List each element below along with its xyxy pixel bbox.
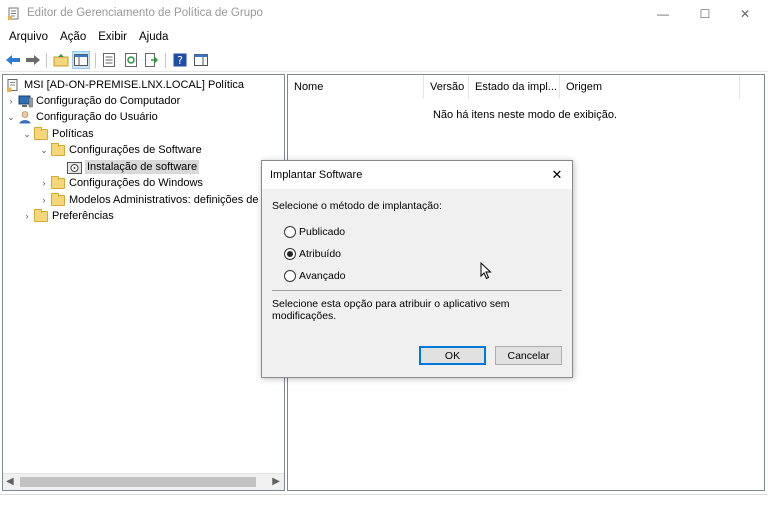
properties-icon[interactable] <box>100 51 118 69</box>
tree-item-computer-config[interactable]: › Configuração do Computador <box>5 93 180 109</box>
chevron-right-icon[interactable]: › <box>21 208 33 224</box>
scroll-right-arrow-icon[interactable]: ▶ <box>272 476 280 487</box>
tree-label-admin-templates: Modelos Administrativos: definições de <box>69 194 259 206</box>
dialog-title-bar: Implantar Software ✕ <box>262 161 572 189</box>
chevron-down-icon[interactable]: ⌄ <box>38 142 50 158</box>
menu-bar: Arquivo Ação Exibir Ajuda <box>0 28 768 47</box>
tree-label-user-config: Configuração do Usuário <box>36 111 158 123</box>
column-header-nome[interactable]: Nome <box>288 75 424 99</box>
computer-icon <box>17 94 33 108</box>
column-header-origem[interactable]: Origem <box>560 75 740 99</box>
tree-label-software-config: Configurações de Software <box>69 144 202 156</box>
menu-arquivo[interactable]: Arquivo <box>3 28 54 47</box>
chevron-right-icon[interactable]: › <box>5 93 17 109</box>
folder-icon <box>50 192 66 207</box>
tree-item-user-config[interactable]: ⌄ Configuração do Usuário <box>5 109 158 125</box>
ok-button[interactable]: OK <box>419 346 486 365</box>
dialog-title: Implantar Software <box>270 169 363 181</box>
menu-ajuda[interactable]: Ajuda <box>133 28 174 47</box>
scroll-left-arrow-icon[interactable]: ◀ <box>6 476 14 487</box>
forward-arrow-icon[interactable] <box>24 51 42 69</box>
tree-label-software-install: Instalação de software <box>85 160 200 174</box>
radio-label-avancado: Avançado <box>299 270 346 282</box>
tree-item-admin-templates[interactable]: › Modelos Administrativos: definições de <box>38 192 259 208</box>
tree-item-policies[interactable]: ⌄ Políticas <box>21 126 94 142</box>
policy-document-icon <box>5 78 21 92</box>
minimize-button[interactable]: — <box>640 0 686 28</box>
refresh-icon[interactable] <box>122 51 140 69</box>
svg-text:?: ? <box>177 54 183 67</box>
tree-label-windows-config: Configurações do Windows <box>69 177 203 189</box>
chevron-right-icon[interactable]: › <box>38 192 50 208</box>
radio-label-atribuido: Atribuído <box>299 248 342 260</box>
dialog-close-icon[interactable]: ✕ <box>548 166 566 184</box>
export-list-icon[interactable] <box>142 51 160 69</box>
radio-atribuido[interactable]: Atribuído <box>284 246 341 262</box>
tree-item-software-config[interactable]: ⌄ Configurações de Software <box>38 142 202 158</box>
chevron-down-icon[interactable]: ⌄ <box>5 109 17 125</box>
close-button[interactable]: ✕ <box>722 0 768 28</box>
chevron-right-icon[interactable]: › <box>38 175 50 191</box>
radio-button[interactable] <box>284 226 296 238</box>
mouse-cursor-icon <box>480 262 492 280</box>
dialog-separator <box>272 290 562 291</box>
tree-label-policies: Políticas <box>52 128 94 140</box>
status-bar <box>0 494 768 514</box>
folder-icon <box>50 142 66 157</box>
empty-list-message: Não há itens neste modo de exibição. <box>432 109 618 121</box>
scrollbar-thumb[interactable] <box>20 477 256 487</box>
policy-editor-app-icon <box>8 7 19 20</box>
tree-label-computer-config: Configuração do Computador <box>36 95 181 107</box>
cancel-button[interactable]: Cancelar <box>495 346 562 365</box>
tree-label-root: MSI [AD-ON-PREMISE.LNX.LOCAL] Política <box>24 79 245 91</box>
column-header-estado[interactable]: Estado da impl... <box>469 75 560 99</box>
column-header-versao[interactable]: Versão <box>424 75 469 99</box>
show-hide-tree-icon[interactable] <box>72 51 90 69</box>
show-action-pane-icon[interactable] <box>192 51 210 69</box>
tree-item-root[interactable]: MSI [AD-ON-PREMISE.LNX.LOCAL] Política <box>5 77 244 93</box>
deploy-method-prompt: Selecione o método de implantação: <box>272 200 442 212</box>
title-bar: Editor de Gerenciamento de Política de G… <box>0 0 768 28</box>
tree-label-preferences: Preferências <box>52 210 114 222</box>
deploy-software-dialog: Implantar Software ✕ Selecione o método … <box>261 160 573 378</box>
folder-icon <box>33 208 49 223</box>
radio-button[interactable] <box>284 270 296 282</box>
tree-item-software-install[interactable]: Instalação de software <box>54 159 200 175</box>
tree-item-windows-config[interactable]: › Configurações do Windows <box>38 175 203 191</box>
folder-icon <box>33 126 49 141</box>
radio-avancado[interactable]: Avançado <box>284 268 346 284</box>
radio-button-checked[interactable] <box>284 248 296 260</box>
option-description: Selecione esta opção para atribuir o apl… <box>272 298 510 322</box>
back-arrow-icon[interactable] <box>4 51 22 69</box>
user-icon <box>17 110 33 124</box>
tree-item-preferences[interactable]: › Preferências <box>21 208 114 224</box>
folder-icon <box>50 175 66 190</box>
menu-acao[interactable]: Ação <box>54 28 92 47</box>
window-title: Editor de Gerenciamento de Política de G… <box>27 7 263 19</box>
help-icon[interactable]: ? <box>171 51 189 69</box>
radio-label-publicado: Publicado <box>299 226 346 238</box>
up-folder-icon[interactable] <box>52 51 70 69</box>
console-tree-pane[interactable]: MSI [AD-ON-PREMISE.LNX.LOCAL] Política ›… <box>2 74 285 491</box>
software-install-icon <box>66 160 82 174</box>
horizontal-scrollbar[interactable]: ◀ ▶ <box>3 473 284 490</box>
menu-exibir[interactable]: Exibir <box>92 28 133 47</box>
toolbar: ? <box>0 48 768 72</box>
chevron-down-icon[interactable]: ⌄ <box>21 126 33 142</box>
radio-publicado[interactable]: Publicado <box>284 224 345 240</box>
